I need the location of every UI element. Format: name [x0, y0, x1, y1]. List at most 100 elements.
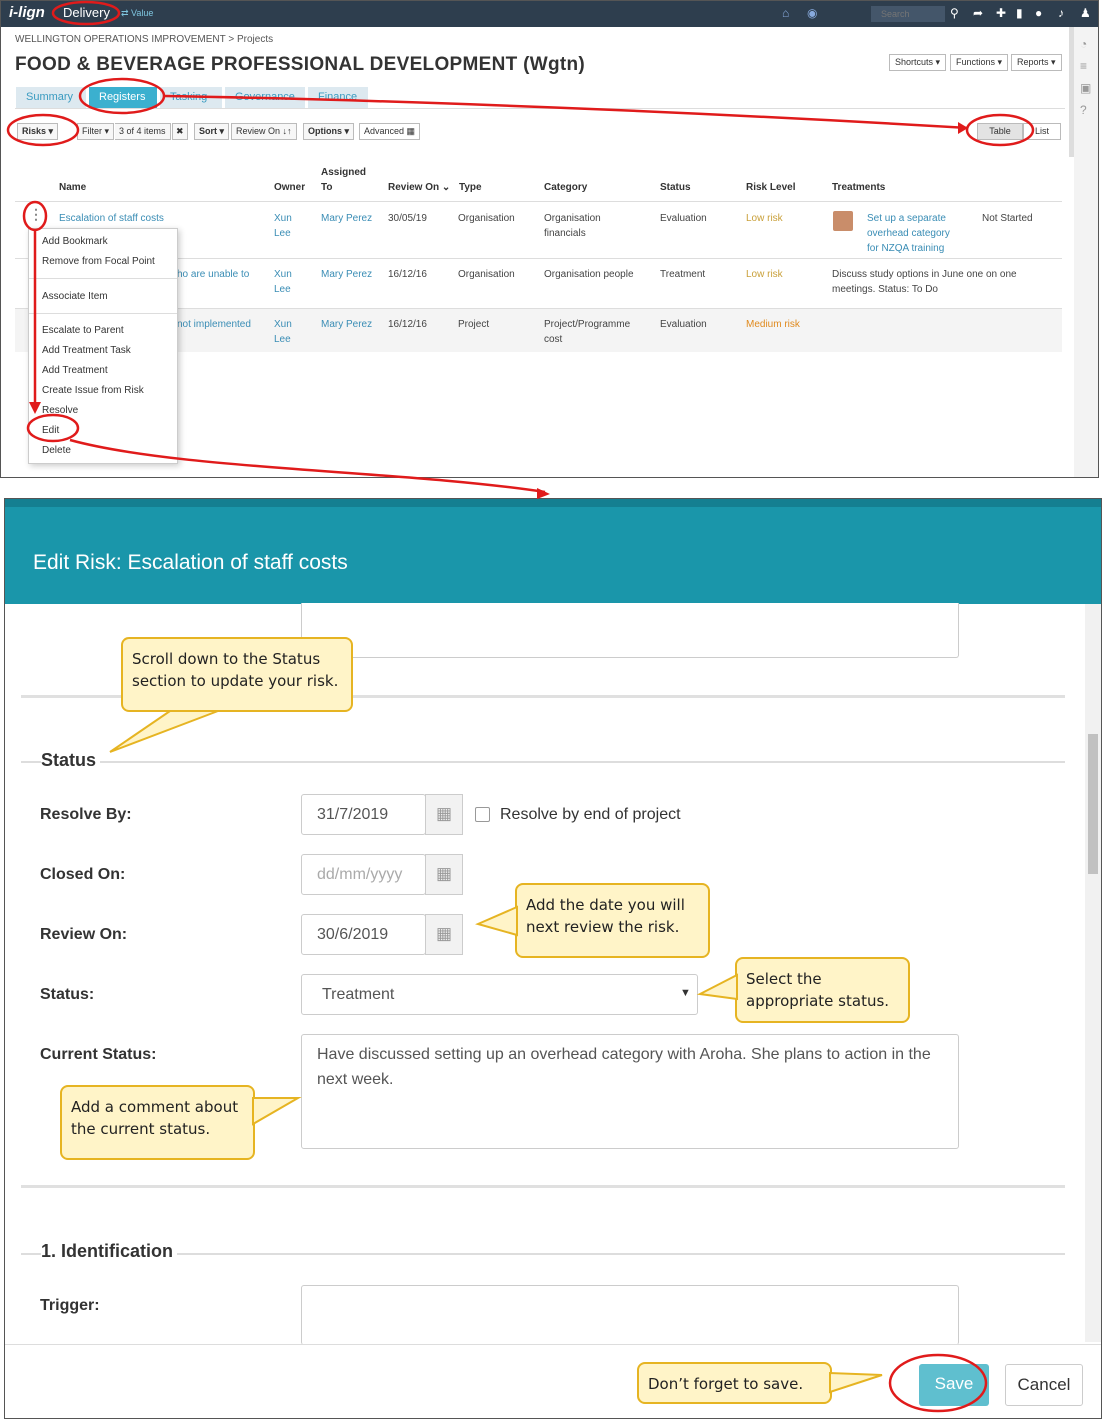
advanced-button[interactable]: Advanced ▦	[359, 123, 421, 140]
menu-add-treatment[interactable]: Add Treatment	[42, 365, 108, 376]
row-actions-icon[interactable]: ⋮	[29, 207, 43, 222]
tab-finance[interactable]: Finance	[308, 87, 368, 109]
help-icon[interactable]: ?	[1080, 103, 1087, 117]
menu-associate-item[interactable]: Associate Item	[42, 291, 108, 302]
treatment-link-3[interactable]: for NZQA training	[867, 241, 944, 256]
add-icon[interactable]: ✚	[996, 6, 1006, 20]
top-navbar: i-lign Delivery ⇄ Value ⌂ ◉ ⚲ ➦ ✚ ▮ ● ♪ …	[1, 1, 1098, 27]
status-select[interactable]: Treatment ▼	[301, 974, 698, 1015]
app-logo: i-lign	[9, 4, 45, 21]
assigned-to[interactable]: Mary Perez	[321, 211, 372, 226]
treatment-link-1[interactable]: Set up a separate	[867, 211, 946, 226]
risk-name-link[interactable]: Escalation of staff costs	[59, 211, 164, 226]
assigned-to[interactable]: Mary Perez	[321, 267, 372, 282]
risk-type: Organisation	[458, 269, 515, 280]
scrollbar-thumb[interactable]	[1088, 734, 1098, 874]
switch-to-value-link[interactable]: ⇄ Value	[121, 8, 153, 19]
list-view-button[interactable]: List	[1023, 123, 1061, 140]
current-status-textarea[interactable]: Have discussed setting up an overhead ca…	[301, 1034, 959, 1149]
search-icon[interactable]: ⚲	[950, 6, 959, 20]
closed-on-input[interactable]: dd/mm/yyyy	[301, 854, 426, 895]
comment-icon[interactable]: ◔	[1080, 37, 1087, 51]
identification-heading: 1. Identification	[41, 1241, 178, 1262]
breadcrumb[interactable]: WELLINGTON OPERATIONS IMPROVEMENT > Proj…	[15, 34, 273, 45]
delivery-mode-button[interactable]: Delivery	[63, 5, 110, 20]
resolve-end-checkbox[interactable]	[475, 807, 490, 822]
status-label: Status:	[40, 986, 95, 1003]
functions-button[interactable]: Functions ▾	[950, 54, 1009, 71]
user-icon[interactable]: ♟	[1080, 6, 1091, 20]
search-input[interactable]	[871, 6, 945, 22]
review-date: 30/05/19	[388, 213, 427, 224]
cancel-button[interactable]: Cancel	[1005, 1364, 1083, 1406]
callout-review: Add the date you will next review the ri…	[515, 883, 710, 958]
resolve-by-input[interactable]: 31/7/2019	[301, 794, 426, 835]
owner-last[interactable]: Lee	[274, 332, 291, 347]
trigger-textarea[interactable]	[301, 1285, 959, 1345]
reports-button[interactable]: Reports ▾	[1011, 54, 1062, 71]
table-view-button[interactable]: Table	[977, 123, 1023, 140]
menu-delete[interactable]: Delete	[42, 445, 71, 456]
menu-escalate-parent[interactable]: Escalate to Parent	[42, 325, 124, 336]
home-icon[interactable]: ⌂	[782, 6, 789, 20]
col-name[interactable]: Name	[59, 182, 86, 193]
tab-governance[interactable]: Governance	[225, 87, 305, 109]
col-assigned-to[interactable]: To	[321, 182, 332, 193]
owner-last[interactable]: Lee	[274, 226, 291, 241]
menu-edit[interactable]: Edit	[42, 425, 59, 436]
assigned-to[interactable]: Mary Perez	[321, 317, 372, 332]
treatment-link-2[interactable]: overhead category	[867, 226, 950, 241]
col-assigned[interactable]: Assigned	[321, 167, 366, 178]
menu-divider	[29, 278, 177, 279]
section-divider	[21, 1185, 1065, 1188]
tab-summary[interactable]: Summary	[16, 87, 86, 109]
tab-tasking[interactable]: Tasking	[160, 87, 222, 109]
globe-icon[interactable]: ◉	[807, 6, 817, 20]
menu-resolve[interactable]: Resolve	[42, 405, 78, 416]
menu-create-issue[interactable]: Create Issue from Risk	[42, 385, 144, 396]
col-status[interactable]: Status	[660, 182, 691, 193]
risk-status: Treatment	[660, 269, 706, 280]
lock-icon[interactable]: ▣	[1080, 81, 1091, 95]
col-owner[interactable]: Owner	[274, 182, 305, 193]
chat-icon[interactable]: ●	[1035, 6, 1042, 20]
calendar-icon[interactable]: ▦	[425, 794, 463, 835]
callout-comment: Add a comment about the current status.	[60, 1085, 255, 1160]
filter-dropdown[interactable]: Filter ▾	[77, 123, 115, 140]
owner-first[interactable]: Xun	[274, 317, 292, 332]
col-category[interactable]: Category	[544, 182, 587, 193]
bell-icon[interactable]: ♪	[1058, 6, 1064, 20]
menu-add-treatment-task[interactable]: Add Treatment Task	[42, 345, 131, 356]
share-icon[interactable]: ➦	[973, 6, 983, 20]
owner-first[interactable]: Xun	[274, 267, 292, 282]
bookmark-icon[interactable]: ▮	[1016, 6, 1023, 20]
risk-type: Organisation	[458, 213, 515, 224]
col-treatments[interactable]: Treatments	[832, 182, 885, 193]
risk-name-link[interactable]: ho are unable to	[177, 267, 249, 282]
risks-dropdown[interactable]: Risks ▾	[17, 123, 59, 140]
col-review-on[interactable]: Review On ⌄	[388, 182, 450, 193]
scrollbar[interactable]	[1069, 27, 1074, 157]
col-type[interactable]: Type	[459, 182, 482, 193]
owner-first[interactable]: Xun	[274, 211, 292, 226]
tab-registers[interactable]: Registers	[89, 87, 157, 109]
sort-dropdown[interactable]: Sort ▾	[194, 123, 230, 140]
clear-filter-icon[interactable]: ✖	[172, 123, 188, 140]
description-textarea[interactable]	[301, 603, 959, 658]
shortcuts-button[interactable]: Shortcuts ▾	[889, 54, 947, 71]
modal-header: Edit Risk: Escalation of staff costs	[5, 499, 1101, 604]
sort-review-on[interactable]: Review On ↓↑	[231, 123, 297, 140]
owner-last[interactable]: Lee	[274, 282, 291, 297]
list-icon[interactable]: ≡	[1080, 59, 1087, 73]
col-risk-level[interactable]: Risk Level	[746, 182, 795, 193]
options-dropdown[interactable]: Options ▾	[303, 123, 355, 140]
review-on-input[interactable]: 30/6/2019	[301, 914, 426, 955]
modal-scrollbar[interactable]	[1085, 604, 1101, 1342]
save-button[interactable]: Save	[919, 1364, 989, 1406]
current-status-label: Current Status:	[40, 1046, 157, 1063]
menu-add-bookmark[interactable]: Add Bookmark	[42, 236, 108, 247]
calendar-icon[interactable]: ▦	[425, 854, 463, 895]
calendar-icon[interactable]: ▦	[425, 914, 463, 955]
menu-remove-focal-point[interactable]: Remove from Focal Point	[42, 256, 155, 267]
risk-name-link[interactable]: not implemented	[177, 317, 251, 332]
